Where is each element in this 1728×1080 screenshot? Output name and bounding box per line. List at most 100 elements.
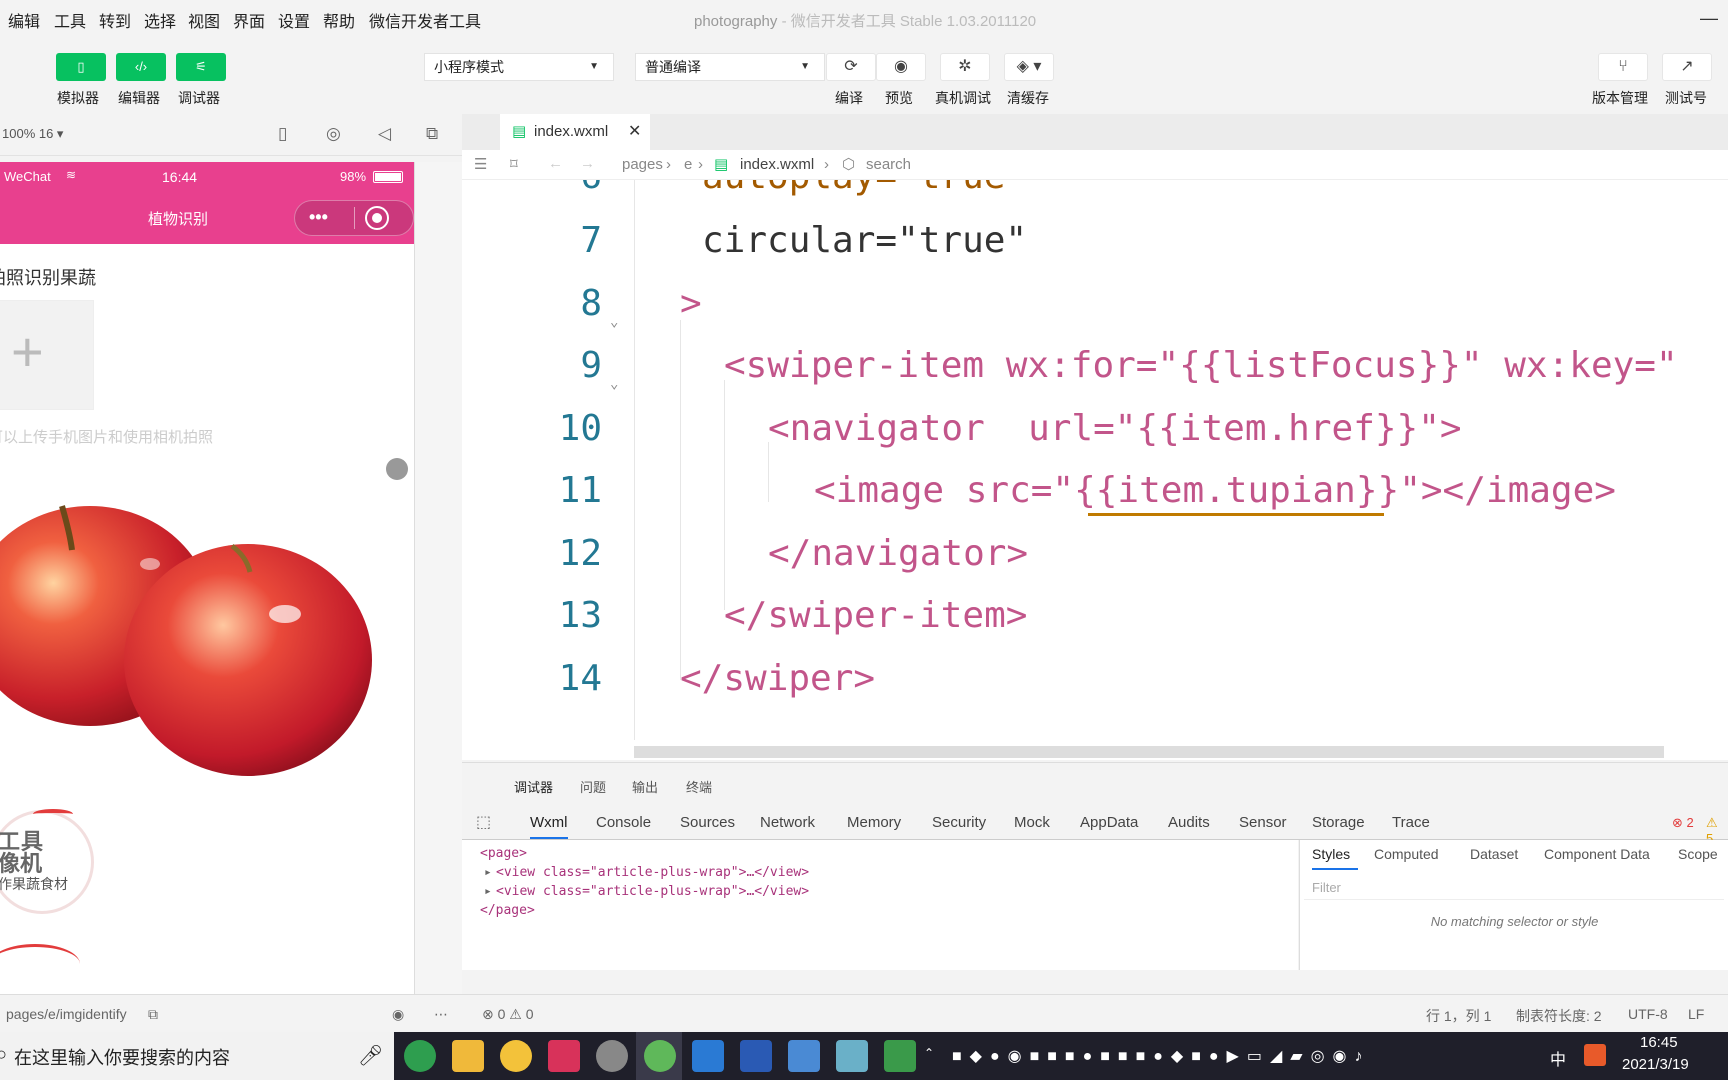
tab-memory[interactable]: Memory (847, 814, 901, 831)
close-miniprogram-icon[interactable] (365, 206, 389, 230)
breadcrumb-e[interactable]: e (684, 156, 692, 173)
wxml-node[interactable]: <view class="article-plus-wrap">…</view> (496, 865, 809, 880)
cursor-position[interactable]: 行 1，列 1 (1426, 1006, 1491, 1026)
code-editor[interactable]: 6 7 8 9 10 11 12 13 14 ⌄ ⌄ autoplay="tru… (462, 180, 1728, 760)
breadcrumb-symbol[interactable]: search (866, 156, 911, 173)
zoom-select[interactable]: 100% 16 ▾ (2, 126, 63, 142)
tab-sensor[interactable]: Sensor (1239, 814, 1287, 831)
fold-chevron-icon[interactable]: ⌄ (610, 314, 618, 330)
menu-goto[interactable]: 转到 (99, 8, 131, 32)
horizontal-scrollbar[interactable] (634, 746, 1664, 758)
tab-wxml[interactable]: Wxml (530, 814, 568, 839)
problems-count[interactable]: ⊗ 0 ⚠ 0 (482, 1006, 534, 1023)
chevron-up-icon[interactable]: ⌃ (924, 1046, 934, 1060)
wxml-node[interactable]: <view class="article-plus-wrap">…</view> (496, 884, 809, 899)
tab-styles[interactable]: Styles (1312, 846, 1350, 862)
simulator-toggle-button[interactable]: ▯ (56, 53, 106, 81)
sogou-icon[interactable] (1584, 1044, 1606, 1066)
filter-input[interactable]: Filter (1304, 872, 1724, 900)
mode-select[interactable]: 小程序模式 ▼ (424, 53, 614, 81)
close-icon[interactable]: ✕ (628, 114, 641, 150)
tab-sources[interactable]: Sources (680, 814, 735, 831)
volume-icon[interactable]: ◁ (378, 124, 391, 144)
more-icon[interactable]: ⋯ (434, 1006, 448, 1023)
clear-cache-button[interactable]: ◈ ▾ (1004, 53, 1054, 81)
tab-security[interactable]: Security (932, 814, 986, 831)
tab-terminal[interactable]: 终端 (686, 777, 712, 796)
app-360-icon[interactable] (404, 1040, 436, 1072)
tab-output[interactable]: 输出 (632, 777, 658, 796)
tab-network[interactable]: Network (760, 814, 815, 831)
copy-icon[interactable]: ⧉ (148, 1006, 158, 1023)
tab-size[interactable]: 制表符长度: 2 (1516, 1006, 1602, 1026)
bookmark-icon[interactable]: ⌑ (510, 155, 518, 173)
clock-time[interactable]: 16:45 (1640, 1034, 1678, 1051)
encoding[interactable]: UTF-8 (1628, 1006, 1668, 1022)
version-button[interactable]: ⑂ (1598, 53, 1648, 81)
menu-devtools[interactable]: 微信开发者工具 (369, 8, 481, 32)
breadcrumb-file[interactable]: index.wxml (740, 156, 814, 173)
upload-button[interactable]: + (0, 300, 94, 410)
app-doc-icon[interactable] (788, 1040, 820, 1072)
test-account-button[interactable]: ↗ (1662, 53, 1712, 81)
tray-icons[interactable]: ■◆●◉■■■●■■■●◆■●▶▭◢▰◎◉♪ (952, 1046, 1371, 1066)
tab-debugger[interactable]: 调试器 (514, 777, 553, 796)
intellij-icon[interactable] (548, 1040, 580, 1072)
back-arrow-icon[interactable]: ← (548, 155, 563, 172)
editor-toggle-button[interactable]: ‹/› (116, 53, 166, 81)
more-icon[interactable]: ••• (309, 207, 328, 228)
tab-index-wxml[interactable]: ▤ index.wxml ✕ (500, 114, 650, 150)
remote-debug-button[interactable]: ✲ (940, 53, 990, 81)
word-icon[interactable] (740, 1040, 772, 1072)
tab-component-data[interactable]: Component Data (1544, 846, 1650, 862)
forward-arrow-icon[interactable]: → (580, 155, 595, 172)
tab-appdata[interactable]: AppData (1080, 814, 1138, 831)
tab-dataset[interactable]: Dataset (1470, 846, 1518, 862)
vscode-icon[interactable] (692, 1040, 724, 1072)
app-chat-icon[interactable] (500, 1040, 532, 1072)
minimize-button[interactable]: — (1700, 8, 1718, 29)
menu-select[interactable]: 选择 (144, 8, 176, 32)
wxml-page-close[interactable]: </page> (480, 903, 535, 918)
tab-audits[interactable]: Audits (1168, 814, 1210, 831)
tab-scope[interactable]: Scope (1678, 846, 1718, 862)
eye-icon[interactable]: ◉ (392, 1006, 404, 1023)
tab-computed[interactable]: Computed (1374, 846, 1439, 862)
tab-problems[interactable]: 问题 (580, 777, 606, 796)
preview-button[interactable]: ◉ (876, 53, 926, 81)
tab-storage[interactable]: Storage (1312, 814, 1365, 831)
microphone-icon[interactable]: 🎤︎ (358, 1043, 383, 1068)
menu-view[interactable]: 视图 (188, 8, 220, 32)
fold-chevron-icon[interactable]: ⌄ (610, 376, 618, 392)
tab-trace[interactable]: Trace (1392, 814, 1430, 831)
error-count[interactable]: ⊗ 2 (1672, 815, 1694, 831)
breadcrumb-pages[interactable]: pages (622, 156, 663, 173)
menu-tools[interactable]: 工具 (54, 8, 86, 32)
app-image-icon[interactable] (884, 1040, 916, 1072)
tab-mock[interactable]: Mock (1014, 814, 1050, 831)
clock-date[interactable]: 2021/3/19 (1622, 1056, 1689, 1073)
record-icon[interactable]: ◎ (326, 124, 341, 144)
wxml-page-open[interactable]: <page> (480, 846, 527, 861)
window-icon[interactable]: ⧉ (426, 124, 438, 144)
app-ball-icon[interactable] (596, 1040, 628, 1072)
menu-interface[interactable]: 界面 (233, 8, 265, 32)
taskbar-search[interactable]: ○ 在这里输入你要搜索的内容 🎤︎ (0, 1032, 394, 1080)
ime-indicator[interactable]: 中 (1550, 1046, 1566, 1070)
file-explorer-icon[interactable] (452, 1040, 484, 1072)
inspect-icon[interactable]: ⬚ (476, 812, 491, 832)
wechat-devtools-icon[interactable] (644, 1040, 676, 1072)
outline-icon[interactable]: ☰ (474, 155, 487, 173)
menu-edit[interactable]: 编辑 (8, 8, 40, 32)
line-ending[interactable]: LF (1688, 1006, 1704, 1022)
expand-triangle-icon[interactable]: ▸ (484, 884, 492, 899)
debugger-toggle-button[interactable]: ⚟ (176, 53, 226, 81)
menu-settings[interactable]: 设置 (278, 8, 310, 32)
capsule-menu[interactable]: ••• (294, 200, 414, 236)
menu-help[interactable]: 帮助 (323, 8, 355, 32)
expand-triangle-icon[interactable]: ▸ (484, 865, 492, 880)
compile-button[interactable]: ⟳ (826, 53, 876, 81)
app-notes-icon[interactable] (836, 1040, 868, 1072)
compile-select[interactable]: 普通编译 ▼ (635, 53, 825, 81)
tab-console[interactable]: Console (596, 814, 651, 831)
